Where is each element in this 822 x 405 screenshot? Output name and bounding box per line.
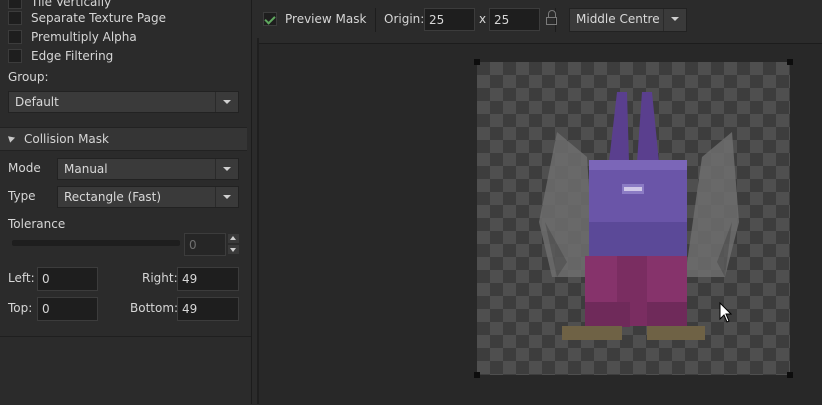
left-input[interactable]: 0 <box>37 267 98 291</box>
tolerance-stepper[interactable] <box>228 234 239 254</box>
preview-mask-checkbox[interactable] <box>263 12 277 26</box>
chevron-down-icon[interactable] <box>215 187 238 207</box>
left-label: Left: <box>8 271 35 285</box>
chevron-down-icon[interactable] <box>215 92 238 112</box>
origin-label: Origin: <box>384 12 425 26</box>
bottom-label: Bottom: <box>130 301 179 315</box>
tolerance-input[interactable]: 0 <box>184 233 226 256</box>
collision-mask-section-header[interactable]: Collision Mask <box>0 127 247 151</box>
wing-left <box>539 132 595 277</box>
edge-filtering-checkbox[interactable] <box>8 49 22 63</box>
edge-filtering-option[interactable]: Edge Filtering <box>8 48 113 64</box>
origin-x-value: 25 <box>429 13 445 27</box>
bottom-value: 49 <box>182 302 198 316</box>
left-value: 0 <box>42 272 50 286</box>
tile-vertically-checkbox[interactable] <box>8 0 22 9</box>
collision-mask-title: Collision Mask <box>24 132 109 146</box>
origin-separator: x <box>479 12 487 26</box>
origin-y-value: 25 <box>494 13 510 27</box>
type-dropdown[interactable]: Rectangle (Fast) <box>57 186 239 208</box>
mask-handle-bottom-left[interactable] <box>474 372 480 378</box>
tolerance-label: Tolerance <box>8 217 66 231</box>
sprite-properties-panel: Tile Vertically Separate Texture Page Pr… <box>0 0 251 404</box>
premultiply-alpha-checkbox[interactable] <box>8 30 22 44</box>
stepper-up-icon[interactable] <box>228 234 239 243</box>
top-input[interactable]: 0 <box>37 297 98 321</box>
mask-handle-top-left[interactable] <box>474 59 480 65</box>
mask-handle-bottom-right[interactable] <box>787 372 793 378</box>
chevron-down-icon[interactable] <box>663 9 686 31</box>
type-label: Type <box>8 189 36 203</box>
mode-dropdown[interactable]: Manual <box>57 158 239 180</box>
edge-filtering-label: Edge Filtering <box>31 49 114 63</box>
sprite-preview[interactable] <box>474 59 793 378</box>
group-dropdown[interactable]: Default <box>8 91 239 113</box>
shoe-left <box>562 326 622 340</box>
separate-texture-page-option[interactable]: Separate Texture Page <box>8 10 166 26</box>
shoe-right <box>647 326 705 340</box>
sprite-image <box>539 92 739 340</box>
tile-vertically-label: Tile Vertically <box>31 0 112 9</box>
origin-y-input[interactable]: 25 <box>489 8 540 31</box>
right-input[interactable]: 49 <box>177 267 239 291</box>
bottom-input[interactable]: 49 <box>177 297 239 321</box>
mouse-pointer-icon <box>719 302 733 323</box>
mask-handle-top-right[interactable] <box>787 59 793 65</box>
top-label: Top: <box>8 301 33 315</box>
premultiply-alpha-label: Premultiply Alpha <box>31 30 137 44</box>
origin-preset-dropdown[interactable]: Middle Centre <box>569 8 687 32</box>
tolerance-slider[interactable] <box>12 240 180 246</box>
wing-right <box>685 132 739 277</box>
top-value: 0 <box>42 302 50 316</box>
origin-preset-value: Middle Centre <box>576 12 660 26</box>
origin-x-input[interactable]: 25 <box>424 8 475 31</box>
type-value: Rectangle (Fast) <box>64 190 162 204</box>
premultiply-alpha-option[interactable]: Premultiply Alpha <box>8 29 137 45</box>
panel-splitter[interactable] <box>251 0 252 404</box>
mode-value: Manual <box>64 162 108 176</box>
tolerance-value: 0 <box>189 238 197 252</box>
separate-texture-page-checkbox[interactable] <box>8 11 22 25</box>
stepper-down-icon[interactable] <box>228 245 239 254</box>
chevron-down-icon[interactable] <box>215 159 238 179</box>
separate-texture-page-label: Separate Texture Page <box>31 11 166 25</box>
collapse-triangle-icon[interactable] <box>5 133 16 143</box>
tile-vertically-option[interactable]: Tile Vertically <box>8 0 111 10</box>
right-value: 49 <box>182 272 198 286</box>
right-label: Right: <box>142 271 178 285</box>
panel-divider <box>0 336 251 337</box>
group-value: Default <box>15 95 59 109</box>
preview-mask-label: Preview Mask <box>285 12 367 26</box>
hair <box>609 92 659 162</box>
group-label: Group: <box>8 70 49 84</box>
toolbar-separator <box>375 8 376 32</box>
mode-label: Mode <box>8 161 41 175</box>
lock-icon[interactable] <box>545 10 559 26</box>
